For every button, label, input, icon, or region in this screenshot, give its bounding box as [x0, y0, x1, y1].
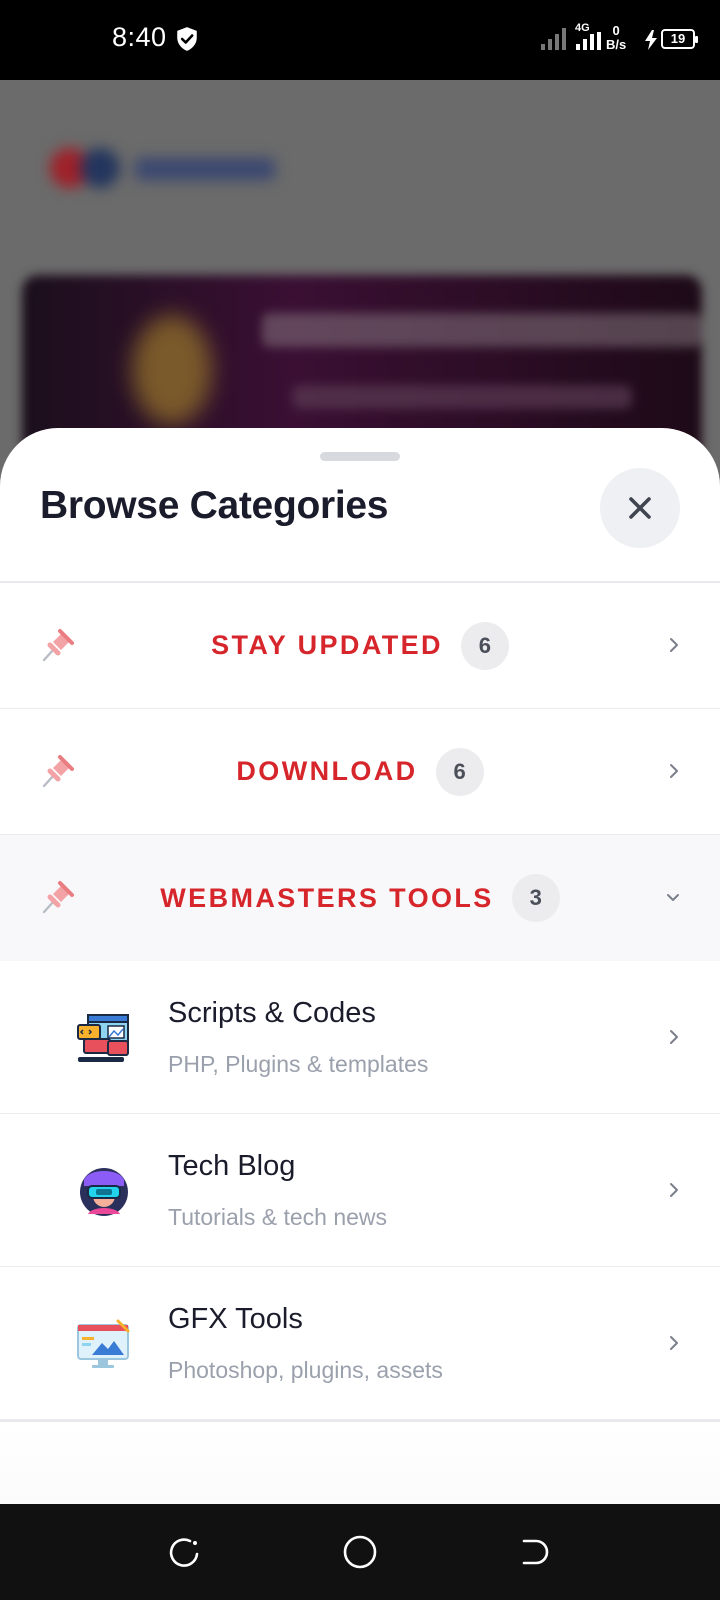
battery-icon: 19: [661, 29, 698, 49]
signal-4g-icon: [576, 32, 601, 50]
close-button[interactable]: [600, 468, 680, 548]
subcategory-title: Scripts & Codes: [168, 997, 376, 1029]
subcategory-description: PHP, Plugins & templates: [168, 1051, 429, 1077]
site-logo: [50, 148, 275, 188]
category-count-badge: 3: [511, 874, 560, 922]
category-label: STAY UPDATED: [211, 630, 443, 660]
design-monitor-icon: [77, 1319, 130, 1368]
system-nav-bar: [0, 1504, 720, 1600]
category-row-webmasters-tools[interactable]: WEBMASTERS TOOLS 3: [0, 835, 720, 961]
data-speed-unit: B/s: [606, 37, 627, 52]
category-label: DOWNLOAD: [236, 756, 418, 786]
data-speed-value: 0: [612, 23, 620, 38]
status-bar: 8:40 4G 0 B/s 19: [0, 0, 720, 80]
browse-categories-sheet: Browse Categories STAY UPDATED 6 DOWNLOA…: [0, 428, 720, 1504]
category-label: WEBMASTERS TOOLS: [160, 882, 494, 913]
pin-icon: [42, 755, 74, 788]
chevron-right-icon: [670, 638, 678, 652]
close-icon: [629, 497, 651, 519]
category-row-stay-updated[interactable]: STAY UPDATED 6: [0, 583, 720, 709]
category-count-badge: 6: [460, 621, 509, 670]
pin-icon: [42, 881, 74, 914]
subcategory-row-gfx-tools[interactable]: GFX Tools Photoshop, plugins, assets: [0, 1267, 720, 1420]
data-speed: 0 B/s: [606, 24, 626, 52]
back-icon[interactable]: [516, 1532, 556, 1572]
home-icon[interactable]: [340, 1532, 380, 1572]
status-time: 8:40: [112, 22, 167, 52]
sheet-title: Browse Categories: [40, 484, 389, 527]
subcategory-row-tech-blog[interactable]: Tech Blog Tutorials & tech news: [0, 1114, 720, 1267]
chevron-right-icon: [670, 1183, 678, 1197]
chevron-right-icon: [670, 1030, 678, 1044]
category-row-download[interactable]: DOWNLOAD 6: [0, 709, 720, 835]
vr-user-icon: [80, 1168, 128, 1216]
drag-handle[interactable]: [320, 452, 400, 461]
chevron-right-icon: [670, 764, 678, 778]
shield-check-icon: [177, 27, 197, 51]
pin-icon: [42, 629, 74, 662]
subcategory-row-scripts-codes[interactable]: Scripts & Codes PHP, Plugins & templates: [0, 961, 720, 1114]
chevron-down-icon: [667, 894, 679, 901]
charging-bolt-icon: [645, 30, 657, 50]
battery-level: 19: [670, 31, 686, 46]
category-count-badge: 6: [435, 747, 484, 796]
chevron-right-icon: [670, 1336, 678, 1350]
subcategory-description: Tutorials & tech news: [168, 1204, 388, 1230]
signal-icon: [541, 28, 566, 50]
code-window-icon: [77, 1014, 129, 1062]
subcategory-title: Tech Blog: [168, 1150, 296, 1182]
subcategory-description: Photoshop, plugins, assets: [168, 1357, 443, 1383]
sheet-bottom-space: [0, 1422, 720, 1504]
subcategory-title: GFX Tools: [168, 1303, 303, 1335]
recent-apps-icon[interactable]: [164, 1532, 204, 1572]
